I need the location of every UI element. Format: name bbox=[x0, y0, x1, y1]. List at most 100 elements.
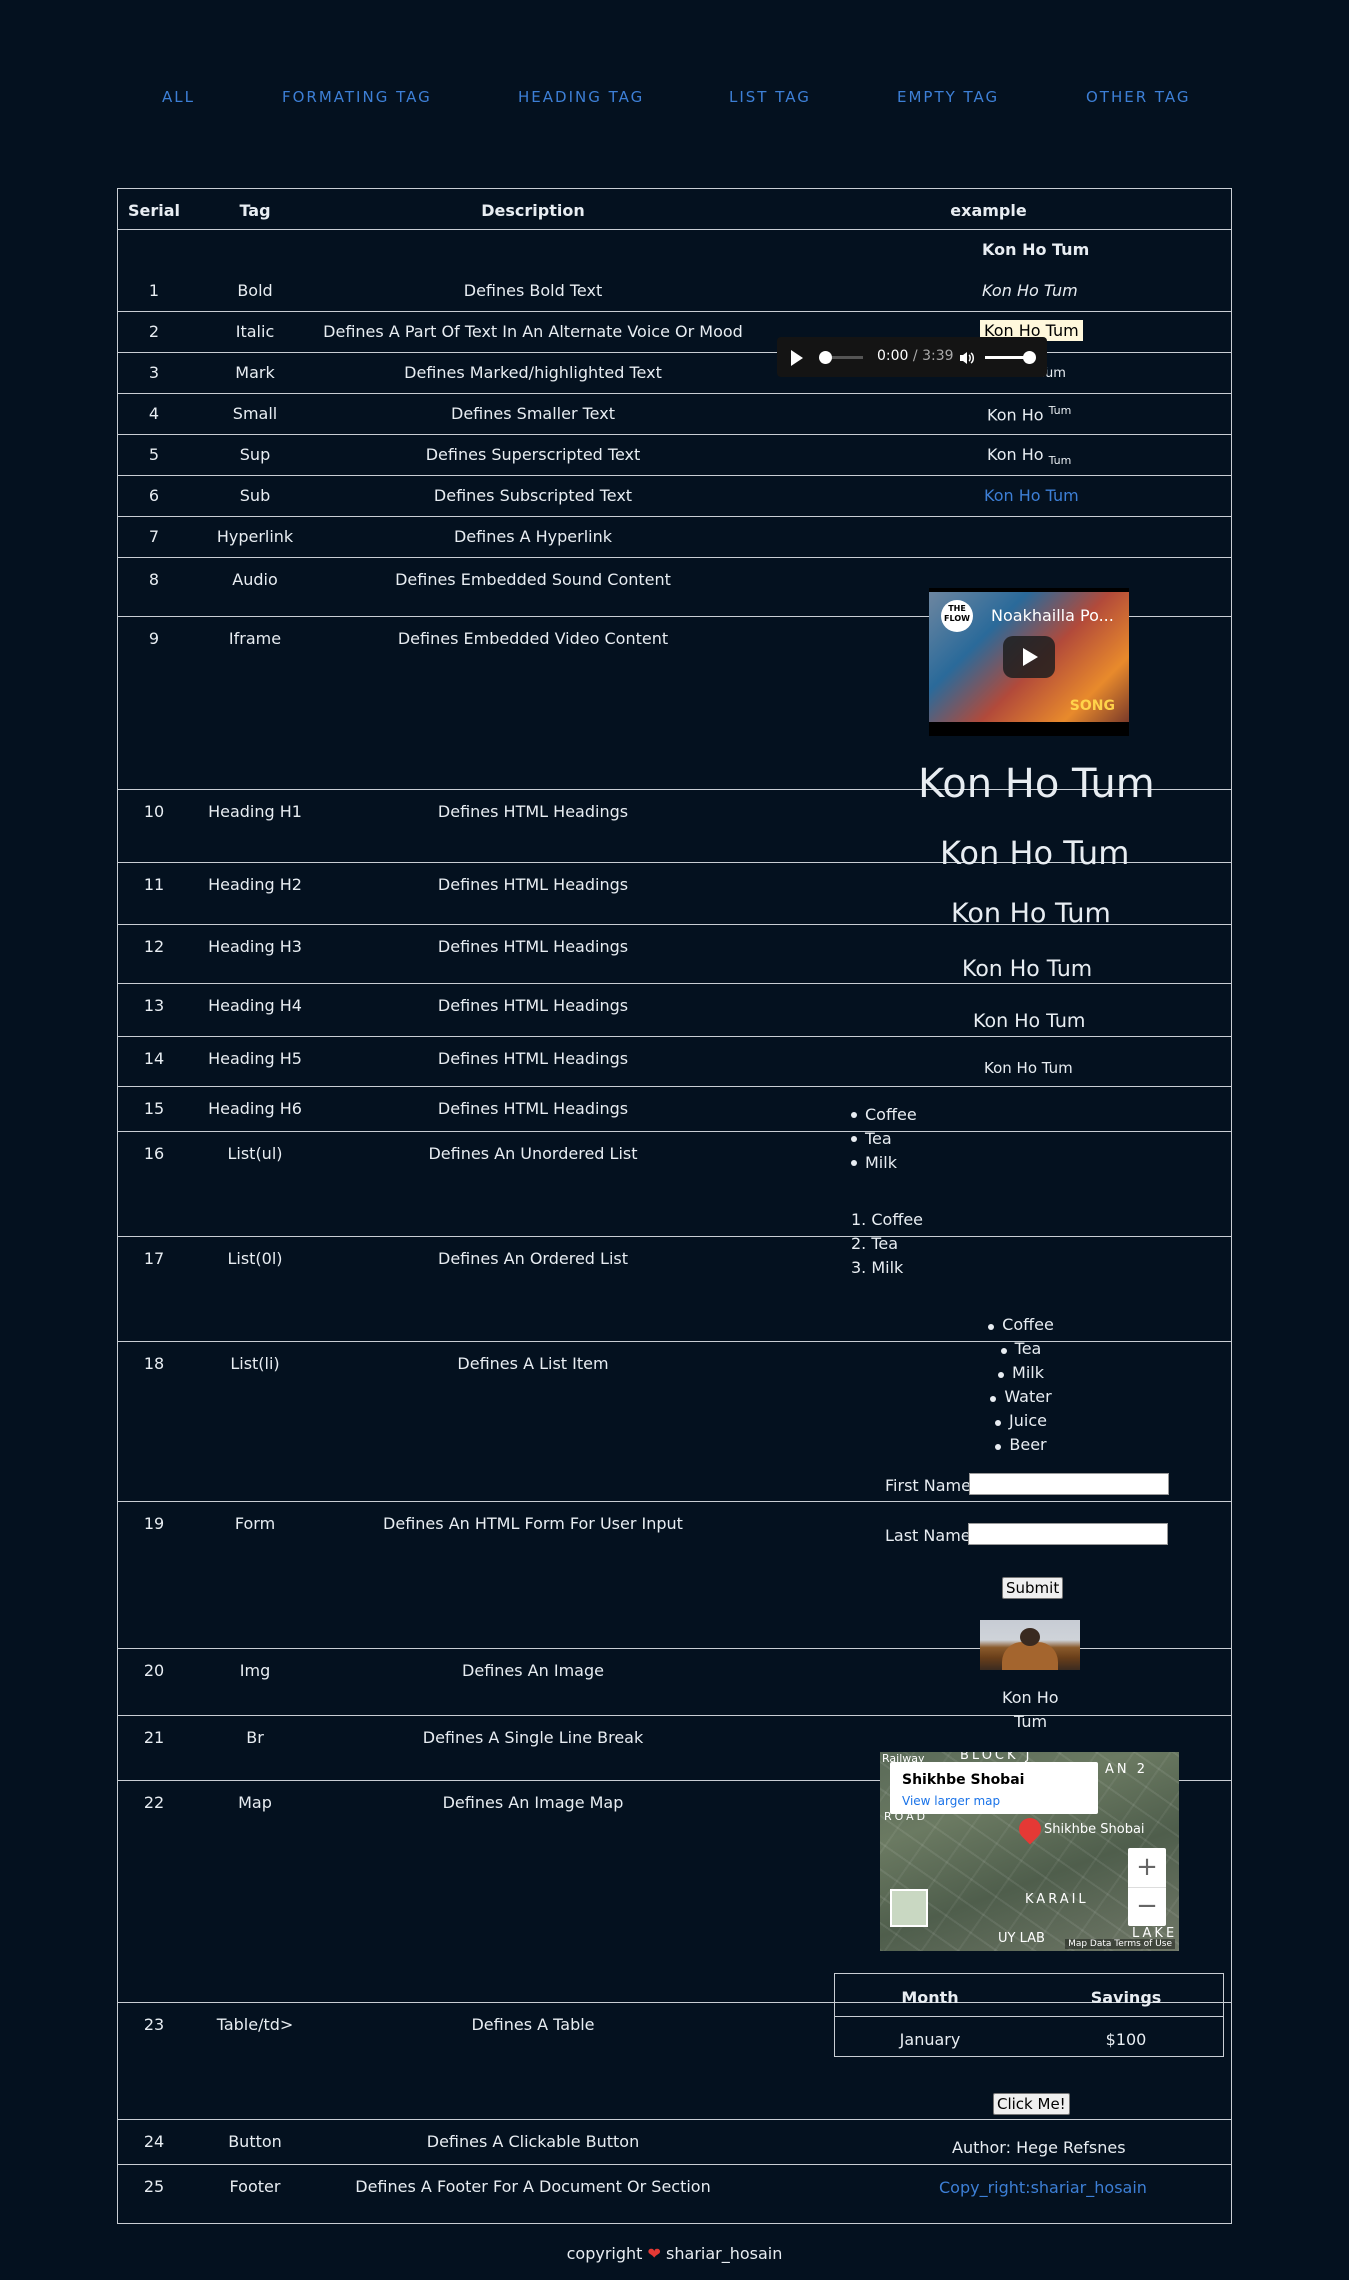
map-label: AN 2 bbox=[1105, 1762, 1149, 1777]
copyright-name: shariar_hosain bbox=[666, 2244, 783, 2263]
row-description: Defines A Hyperlink bbox=[453, 527, 613, 546]
page-copyright: copyright ❤ shariar_hosain bbox=[0, 2244, 1349, 2263]
row-tag: Footer bbox=[229, 2177, 281, 2196]
video-iframe[interactable]: THE FLOW Noakhailla Po... SONG bbox=[929, 588, 1129, 736]
li-item-text: Milk bbox=[1012, 1363, 1044, 1382]
row-tag: Map bbox=[238, 1793, 272, 1812]
video-title[interactable]: Noakhailla Po... bbox=[991, 606, 1114, 625]
row-tag: Sup bbox=[239, 445, 271, 464]
li-item-text: Water bbox=[1004, 1387, 1052, 1406]
example-ol: 1. Coffee 2. Tea 3. Milk bbox=[851, 1208, 923, 1280]
zoom-out-button[interactable]: − bbox=[1128, 1887, 1166, 1926]
map-footer[interactable]: Map Data Terms of Use bbox=[1065, 1939, 1175, 1949]
inner-header-savings: Savings bbox=[1090, 1988, 1162, 2007]
nav-empty-tag[interactable]: EMPTY TAG bbox=[897, 88, 999, 106]
row-description: Defines HTML Headings bbox=[437, 996, 629, 1015]
example-h4: Kon Ho Tum bbox=[962, 957, 1093, 982]
inner-header-month: Month bbox=[901, 1988, 959, 2007]
row-tag: Heading H3 bbox=[208, 937, 302, 956]
row-tag: Hyperlink bbox=[216, 527, 294, 546]
row-serial: 23 bbox=[143, 2015, 165, 2034]
table-row: 7 Hyperlink Defines A Hyperlink bbox=[118, 517, 1231, 558]
nav-heading-tag[interactable]: HEADING TAG bbox=[518, 88, 644, 106]
click-me-button[interactable]: Click Me! bbox=[993, 2093, 1070, 2115]
ul-item: Coffee bbox=[851, 1103, 917, 1127]
row-tag: List(li) bbox=[230, 1354, 280, 1373]
table-row: 15 Heading H6 Defines HTML Headings bbox=[118, 1087, 1231, 1132]
example-bold: Kon Ho Tum bbox=[982, 240, 1090, 259]
play-icon[interactable] bbox=[791, 350, 803, 366]
row-description: Defines An Unordered List bbox=[428, 1144, 638, 1163]
audio-progress-knob[interactable] bbox=[819, 351, 832, 364]
map-place-name: Shikhbe Shobai bbox=[902, 1772, 1025, 1788]
map-type-thumbnail[interactable] bbox=[890, 1889, 928, 1927]
row-tag: Heading H1 bbox=[208, 802, 302, 821]
example-hyperlink[interactable]: Kon Ho Tum bbox=[984, 486, 1079, 505]
volume-icon[interactable] bbox=[959, 350, 975, 366]
row-description: Defines HTML Headings bbox=[437, 937, 629, 956]
row-description: Defines Subscripted Text bbox=[433, 486, 633, 505]
google-map[interactable]: BLOCK J AN 2 KARAIL LAKE UY LAB Railway … bbox=[880, 1752, 1179, 1951]
last-name-input[interactable] bbox=[968, 1523, 1168, 1545]
row-tag: Br bbox=[246, 1728, 264, 1747]
ol-item: 1. Coffee bbox=[851, 1210, 924, 1229]
row-tag: Img bbox=[239, 1661, 271, 1680]
audio-time: 0:00 / 3:39 bbox=[877, 348, 954, 364]
row-description: Defines A Table bbox=[471, 2015, 595, 2034]
header-example: example bbox=[950, 201, 1027, 220]
row-serial: 24 bbox=[143, 2132, 165, 2151]
first-name-input[interactable] bbox=[969, 1473, 1169, 1495]
map-label: UY LAB bbox=[998, 1931, 1045, 1946]
row-description: Defines An Ordered List bbox=[438, 1249, 628, 1268]
row-serial: 3 bbox=[148, 363, 160, 382]
row-tag: Button bbox=[228, 2132, 282, 2151]
row-serial: 12 bbox=[143, 937, 165, 956]
view-larger-map-link[interactable]: View larger map bbox=[902, 1794, 1000, 1808]
row-tag: Italic bbox=[235, 322, 275, 341]
row-serial: 25 bbox=[143, 2177, 165, 2196]
footer-author: Author: Hege Refsnes bbox=[952, 2138, 1126, 2157]
example-h2: Kon Ho Tum bbox=[940, 834, 1130, 872]
channel-logo: THE FLOW bbox=[941, 600, 973, 632]
row-tag: Iframe bbox=[228, 629, 282, 648]
header-serial: Serial bbox=[127, 201, 181, 220]
row-description: Defines HTML Headings bbox=[437, 1099, 629, 1118]
row-serial: 13 bbox=[143, 996, 165, 1015]
row-tag: Heading H2 bbox=[208, 875, 302, 894]
row-tag: Heading H6 bbox=[208, 1099, 302, 1118]
audio-duration: / 3:39 bbox=[912, 348, 954, 364]
image-figure bbox=[1002, 1642, 1058, 1670]
audio-current: 0:00 bbox=[877, 348, 909, 364]
heart-icon: ❤ bbox=[647, 2244, 661, 2263]
row-serial: 16 bbox=[143, 1144, 165, 1163]
nav-all[interactable]: ALL bbox=[162, 88, 195, 106]
sub-base: Kon Ho bbox=[987, 445, 1044, 464]
ol-item: 3. Milk bbox=[851, 1258, 904, 1277]
li-item: Milk bbox=[948, 1361, 1108, 1385]
row-tag: Form bbox=[234, 1514, 276, 1533]
zoom-in-button[interactable]: + bbox=[1128, 1848, 1166, 1888]
row-description: Defines A Footer For A Document Or Secti… bbox=[355, 2177, 711, 2196]
video-play-icon[interactable] bbox=[1003, 636, 1055, 678]
map-pin-icon[interactable] bbox=[1014, 1813, 1046, 1845]
row-serial: 20 bbox=[143, 1661, 165, 1680]
example-h6: Kon Ho Tum bbox=[984, 1059, 1073, 1077]
li-item: Coffee bbox=[948, 1313, 1108, 1337]
audio-player[interactable]: 0:00 / 3:39 bbox=[777, 337, 1047, 377]
table-header: Serial Tag Description example bbox=[118, 189, 1231, 230]
nav-list-tag[interactable]: LIST TAG bbox=[729, 88, 811, 106]
row-serial: 7 bbox=[148, 527, 160, 546]
submit-button[interactable]: Submit bbox=[1002, 1577, 1064, 1599]
inner-cell-savings: $100 bbox=[1105, 2030, 1147, 2049]
nav-formating-tag[interactable]: FORMATING TAG bbox=[282, 88, 432, 106]
footer-copyright-link[interactable]: Copy_right:shariar_hosain bbox=[939, 2178, 1147, 2197]
map-pin-label: Shikhbe Shobai bbox=[1044, 1822, 1145, 1837]
volume-knob[interactable] bbox=[1023, 351, 1036, 364]
nav-other-tag[interactable]: OTHER TAG bbox=[1086, 88, 1191, 106]
row-serial: 15 bbox=[143, 1099, 165, 1118]
image-head bbox=[1020, 1628, 1040, 1646]
row-tag: Heading H5 bbox=[208, 1049, 302, 1068]
inner-cell-month: January bbox=[899, 2030, 961, 2049]
map-info-card: Shikhbe Shobai View larger map bbox=[890, 1762, 1098, 1814]
ul-item: Milk bbox=[851, 1151, 917, 1175]
